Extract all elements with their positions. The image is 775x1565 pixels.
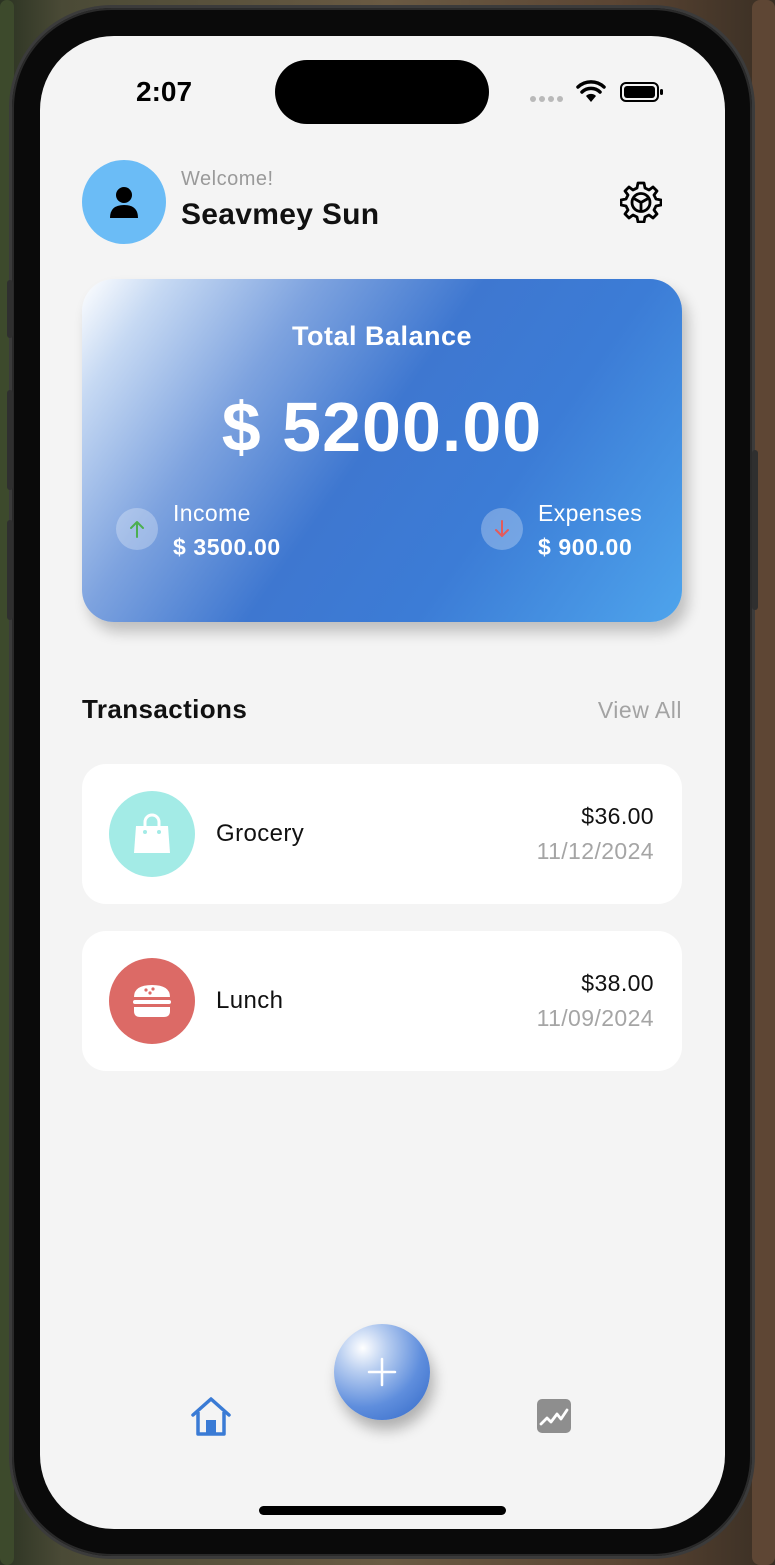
transaction-amount: $36.00	[581, 803, 654, 829]
transaction-item[interactable]: Lunch $38.00 11/09/2024	[82, 931, 682, 1071]
add-transaction-button[interactable]	[334, 1324, 430, 1420]
arrow-down-icon	[495, 520, 509, 537]
phone-side-button	[752, 450, 758, 610]
transaction-icon-circle	[109, 791, 195, 877]
arrow-up-icon	[130, 521, 144, 538]
expenses-value: $ 900.00	[538, 534, 633, 560]
cellular-signal-icon	[530, 96, 563, 102]
transaction-date: 11/12/2024	[536, 838, 654, 864]
user-name: Seavmey Sun	[181, 198, 380, 231]
transactions-title: Transactions	[82, 694, 248, 724]
balance-title: Total Balance	[291, 321, 473, 351]
phone-side-button	[7, 280, 13, 338]
balance-card: Total Balance $ 5200.00 Income $ 3500.00…	[82, 279, 682, 622]
expenses-indicator	[481, 508, 523, 550]
balance-amount: $ 5200.00	[221, 388, 543, 466]
home-icon[interactable]	[190, 1396, 232, 1436]
burger-icon	[133, 985, 171, 1017]
person-icon	[110, 187, 138, 218]
income-indicator	[116, 508, 158, 550]
welcome-text: Welcome!	[181, 168, 274, 190]
avatar[interactable]	[82, 160, 166, 244]
phone-side-button	[7, 520, 13, 620]
wifi-icon	[576, 80, 606, 102]
gear-icon[interactable]	[620, 181, 662, 223]
plus-icon	[367, 1357, 397, 1387]
transaction-name: Lunch	[216, 987, 284, 1014]
app-screen: 2:07 Welcome! Seavmey Sun Total Balance …	[40, 36, 725, 1529]
transaction-date: 11/09/2024	[536, 1005, 654, 1031]
transaction-icon-circle	[109, 958, 195, 1044]
dynamic-island	[275, 60, 489, 124]
transaction-item[interactable]: Grocery $36.00 11/12/2024	[82, 764, 682, 904]
wallpaper-trunk-right	[752, 0, 775, 1565]
transaction-name: Grocery	[216, 820, 305, 847]
phone-side-button	[7, 390, 13, 490]
income-value: $ 3500.00	[173, 534, 281, 560]
transaction-amount: $38.00	[581, 970, 654, 996]
battery-icon	[620, 82, 663, 102]
view-all-link[interactable]: View All	[598, 697, 682, 724]
income-label: Income	[173, 500, 251, 526]
stats-icon[interactable]	[537, 1399, 571, 1433]
status-time: 2:07	[136, 76, 193, 107]
home-indicator	[259, 1506, 506, 1515]
shopping-bag-icon	[134, 813, 170, 853]
expenses-label: Expenses	[538, 500, 643, 526]
